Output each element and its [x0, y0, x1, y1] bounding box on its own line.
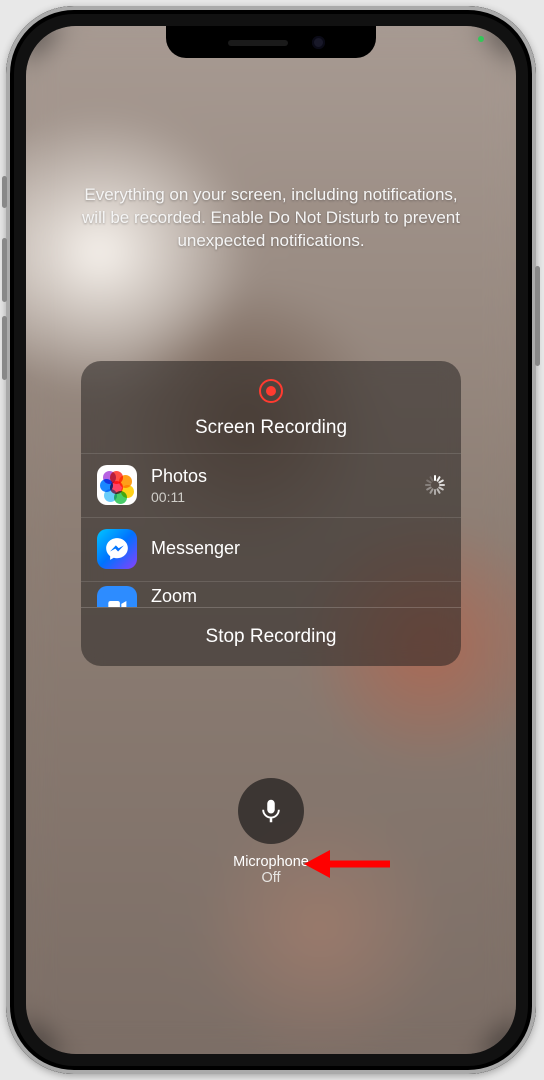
stop-recording-button[interactable]: Stop Recording — [81, 607, 461, 666]
app-row-messenger[interactable]: Messenger — [81, 517, 461, 581]
app-row-zoom[interactable]: Zoom — [81, 581, 461, 607]
microphone-toggle-button[interactable] — [238, 778, 304, 844]
recording-timer: 00:11 — [151, 489, 425, 505]
device-frame: Everything on your screen, including not… — [6, 6, 536, 1074]
screen: Everything on your screen, including not… — [26, 26, 516, 1054]
microphone-label: Microphone — [233, 854, 309, 870]
app-row-text: Photos 00:11 — [151, 466, 425, 505]
record-icon — [259, 379, 283, 403]
side-button[interactable] — [535, 266, 540, 366]
photos-icon — [97, 465, 137, 505]
messenger-icon — [97, 529, 137, 569]
microphone-state: Off — [261, 870, 280, 886]
volume-up-button[interactable] — [2, 238, 7, 302]
panel-header: Screen Recording — [81, 361, 461, 453]
panel-title: Screen Recording — [81, 417, 461, 439]
app-name-label: Photos — [151, 466, 425, 487]
app-row-text: Messenger — [151, 538, 445, 561]
app-row-photos[interactable]: Photos 00:11 — [81, 453, 461, 517]
notch — [166, 26, 376, 58]
zoom-icon — [97, 586, 137, 607]
annotation-arrow-icon — [302, 840, 392, 893]
app-row-text: Zoom — [151, 586, 445, 607]
app-name-label: Messenger — [151, 538, 445, 559]
microphone-icon — [256, 796, 286, 826]
loading-spinner-icon — [425, 475, 445, 495]
privacy-indicator-icon — [478, 36, 484, 42]
app-name-label: Zoom — [151, 586, 445, 607]
recording-notice-text: Everything on your screen, including not… — [76, 184, 466, 253]
silence-switch[interactable] — [2, 176, 7, 208]
content: Everything on your screen, including not… — [26, 26, 516, 1054]
volume-down-button[interactable] — [2, 316, 7, 380]
microphone-control: Microphone Off — [233, 778, 309, 886]
screen-recording-panel: Screen Recording Photos 00:11 — [81, 361, 461, 666]
